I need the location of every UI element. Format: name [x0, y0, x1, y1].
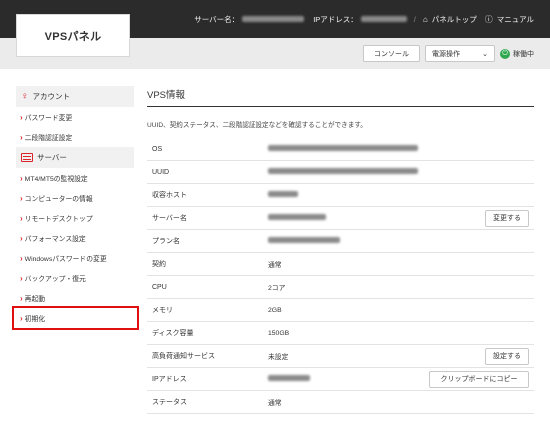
row-label: 収容ホスト — [152, 192, 187, 199]
page-description: UUID、契約ステータス、二段階認証設定などを確認することができます。 — [147, 122, 367, 129]
chevron-right-icon: › — [20, 173, 23, 183]
row-label: OS — [152, 145, 163, 153]
status-indicator: ⏻ 稼働中 — [500, 48, 534, 59]
row-label: サーバー名 — [152, 215, 187, 222]
server-icon — [21, 153, 33, 162]
power-icon: ⏻ — [500, 48, 510, 59]
power-select[interactable]: 電源操作 ⌄ — [425, 45, 495, 62]
ip-label: IPアドレス： — [313, 14, 358, 24]
separator: / — [413, 14, 416, 24]
row-value-redacted — [268, 191, 534, 199]
page-title: VPS情報 — [147, 86, 534, 107]
sidebar-item-mt-monitoring[interactable]: › MT4/MT5の監視設定 — [16, 168, 134, 188]
sidebar-item-label: パフォーマンス設定 — [24, 236, 86, 243]
info-row-ip: IPアドレス クリップボードにコピー — [147, 368, 534, 391]
row-value-redacted — [268, 214, 485, 222]
row-label: UUID — [152, 168, 170, 176]
logo[interactable]: VPSパネル — [16, 14, 130, 57]
sidebar-item-initialize[interactable]: › 初期化 — [12, 306, 139, 330]
row-value-redacted — [268, 145, 534, 153]
sidebar-section-account-title: アカウント — [32, 92, 71, 101]
info-row-server-name: サーバー名 変更する — [147, 207, 534, 230]
chevron-right-icon: › — [20, 273, 23, 283]
sidebar-item-computer-info[interactable]: › コンピューターの情報 — [16, 188, 134, 208]
info-row-memory: メモリ 2GB — [147, 299, 534, 322]
info-row-os: OS — [147, 138, 534, 161]
row-value: 2GB — [268, 306, 282, 314]
sidebar-item-label: Windowsパスワードの変更 — [24, 256, 107, 263]
sidebar-item-label: 初期化 — [24, 316, 46, 323]
row-value-redacted — [268, 375, 429, 383]
chevron-right-icon: › — [20, 253, 23, 263]
manual-link[interactable]: マニュアル — [497, 14, 534, 25]
sidebar-item-password-change[interactable]: › パスワード変更 — [16, 107, 134, 127]
info-row-uuid: UUID — [147, 161, 534, 184]
row-value: 通常 — [268, 400, 282, 407]
row-label: CPU — [152, 283, 167, 291]
sidebar-item-label: コンピューターの情報 — [24, 196, 93, 203]
chevron-right-icon: › — [20, 213, 23, 223]
sidebar-item-label: パスワード変更 — [24, 115, 73, 122]
info-row-status: ステータス 通常 — [147, 391, 534, 414]
chevron-down-icon: ⌄ — [482, 50, 488, 58]
home-icon[interactable]: ⌂ — [423, 15, 428, 24]
info-row-high-load-notice: 高負荷通知サービス 未設定 設定する — [147, 345, 534, 368]
info-row-cpu: CPU 2コア — [147, 276, 534, 299]
configure-notice-button[interactable]: 設定する — [485, 347, 529, 365]
sidebar-item-windows-password[interactable]: › Windowsパスワードの変更 — [16, 248, 134, 268]
help-circle-icon[interactable]: ⓘ — [485, 14, 493, 25]
row-label: ディスク容量 — [152, 330, 194, 337]
sidebar-item-label: 二段階認証設定 — [24, 135, 73, 142]
row-value-redacted — [268, 168, 534, 176]
sidebar-item-remote-desktop[interactable]: › リモートデスクトップ — [16, 208, 134, 228]
row-value: 未設定 — [268, 354, 289, 361]
sidebar-item-reboot[interactable]: › 再起動 — [16, 288, 134, 308]
power-select-value: 電源操作 — [432, 50, 460, 58]
sidebar-item-label: 再起動 — [24, 296, 46, 303]
sidebar-item-backup-restore[interactable]: › バックアップ・復元 — [16, 268, 134, 288]
row-label: 高負荷通知サービス — [152, 353, 215, 360]
info-row-host: 収容ホスト — [147, 184, 534, 207]
sidebar-item-label: MT4/MT5の監視設定 — [24, 176, 88, 183]
sidebar: ♀ アカウント › パスワード変更 › 二段階認証設定 サーバー › MT4/M… — [12, 86, 139, 330]
chevron-right-icon: › — [20, 293, 23, 303]
info-row-contract: 契約 通常 — [147, 253, 534, 276]
row-value-redacted — [268, 237, 534, 245]
sidebar-item-label: リモートデスクトップ — [24, 216, 93, 223]
info-row-plan: プラン名 — [147, 230, 534, 253]
ip-value-redacted — [360, 16, 407, 22]
row-value: 2コア — [268, 285, 286, 292]
chevron-right-icon: › — [20, 313, 23, 323]
chevron-right-icon: › — [20, 132, 23, 142]
sidebar-section-server: サーバー — [16, 147, 134, 168]
sidebar-item-2fa[interactable]: › 二段階認証設定 — [16, 127, 134, 147]
change-server-name-button[interactable]: 変更する — [485, 209, 529, 227]
chevron-right-icon: › — [20, 112, 23, 122]
console-button[interactable]: コンソール — [363, 45, 420, 62]
row-label: 契約 — [152, 261, 166, 268]
toolbar: コンソール 電源操作 ⌄ ⏻ 稼働中 — [363, 45, 534, 62]
row-label: プラン名 — [152, 238, 180, 245]
sidebar-section-account: ♀ アカウント — [16, 86, 134, 107]
sidebar-section-server-title: サーバー — [37, 153, 67, 162]
main-content: VPS情報 UUID、契約ステータス、二段階認証設定などを確認することができます… — [147, 86, 534, 414]
sidebar-item-performance[interactable]: › パフォーマンス設定 — [16, 228, 134, 248]
chevron-right-icon: › — [20, 233, 23, 243]
user-icon: ♀ — [21, 90, 29, 102]
row-value: 通常 — [268, 262, 282, 269]
server-name-label: サーバー名： — [194, 14, 240, 24]
row-label: IPアドレス — [152, 376, 187, 383]
server-name-value-redacted — [242, 16, 305, 22]
row-value: 150GB — [268, 329, 290, 337]
row-label: メモリ — [152, 307, 173, 314]
sidebar-item-label: バックアップ・復元 — [24, 276, 86, 283]
status-label: 稼働中 — [513, 50, 534, 58]
chevron-right-icon: › — [20, 193, 23, 203]
header-info: サーバー名： IPアドレス： / ⌂ パネルトップ ⓘ マニュアル — [194, 0, 534, 38]
panel-top-link[interactable]: パネルトップ — [432, 14, 477, 25]
info-row-disk: ディスク容量 150GB — [147, 322, 534, 345]
copy-ip-button[interactable]: クリップボードにコピー — [429, 370, 529, 388]
logo-text: VPSパネル — [44, 30, 102, 43]
row-label: ステータス — [152, 399, 187, 406]
